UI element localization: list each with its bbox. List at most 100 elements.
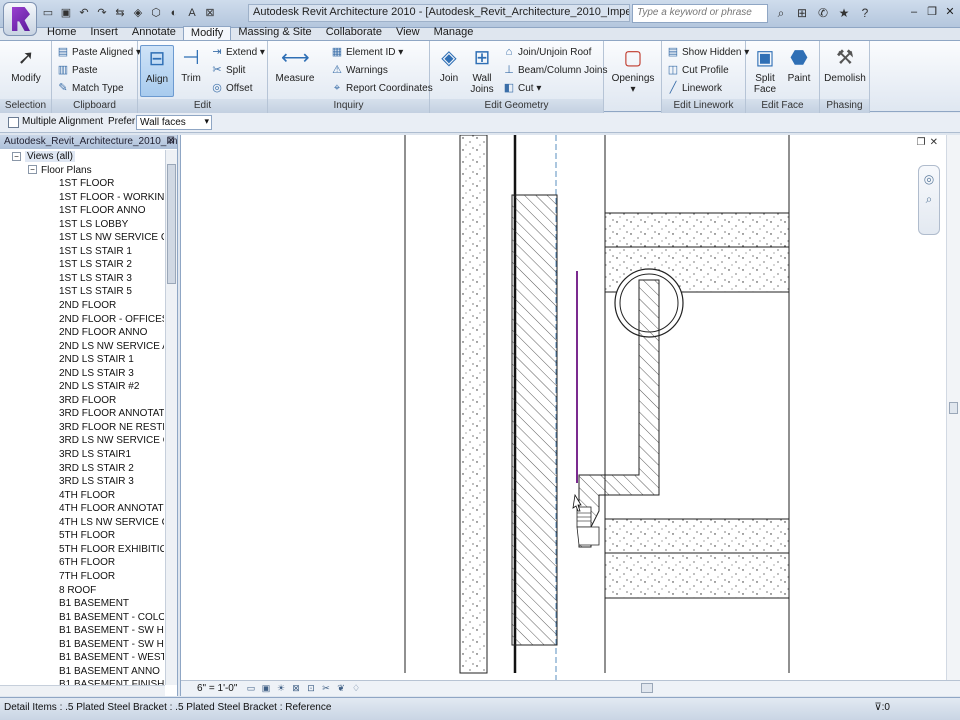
tree-item[interactable]: 1ST LS LOBBY — [0, 218, 164, 232]
cut-button[interactable]: ◧ Cut ▾ — [502, 80, 542, 96]
detail-level-icon[interactable]: ▭ — [245, 682, 257, 694]
close-icon[interactable]: ✕ — [942, 4, 958, 20]
beam-column-joins-button[interactable]: ⊥ Beam/Column Joins — [502, 62, 607, 78]
warnings-button[interactable]: ⚠ Warnings — [330, 62, 388, 78]
tree-item[interactable]: B1 BASEMENT - WEST — [0, 651, 164, 665]
close-window-icon[interactable]: ⊠ — [202, 5, 218, 21]
temporary-hide-icon[interactable]: ✂ — [320, 682, 332, 694]
reveal-hidden-icon[interactable]: ❦ — [335, 682, 347, 694]
tree-item[interactable]: 8 ROOF — [0, 584, 164, 598]
tree-item[interactable]: B1 BASEMENT - SW HVAC — [0, 638, 164, 652]
trim-button[interactable]: ⊣ Trim — [176, 45, 206, 84]
tab-manage[interactable]: Manage — [427, 26, 481, 40]
tree-item[interactable]: 2ND LS STAIR 1 — [0, 353, 164, 367]
prefer-select[interactable]: Wall faces — [136, 115, 212, 130]
tab-annotate[interactable]: Annotate — [125, 26, 183, 40]
navigation-bar[interactable]: ◎ ⌕ — [918, 165, 940, 235]
tree-item[interactable]: 2ND FLOOR ANNO — [0, 326, 164, 340]
tree-item[interactable]: 2ND LS STAIR #2 — [0, 380, 164, 394]
align-button[interactable]: ⊟ Align — [140, 45, 174, 97]
steering-wheel-icon[interactable]: ◎ — [919, 172, 939, 186]
cut-profile-button[interactable]: ◫ Cut Profile — [666, 62, 729, 78]
element-id-button[interactable]: ▦ Element ID ▾ — [330, 44, 403, 60]
tree-item[interactable]: 3RD LS STAIR 3 — [0, 475, 164, 489]
tree-item[interactable]: 1ST LS STAIR 5 — [0, 285, 164, 299]
demolish-button[interactable]: ⚒ Demolish — [822, 45, 868, 84]
redo-icon[interactable]: ↷ — [94, 5, 110, 21]
tree-item[interactable]: 4TH FLOOR — [0, 489, 164, 503]
paste-aligned-button[interactable]: ▤ Paste Aligned ▾ — [56, 44, 141, 60]
tag-icon[interactable]: ◈ — [130, 5, 146, 21]
show-hidden-button[interactable]: ▤ Show Hidden ▾ — [666, 44, 750, 60]
open-icon[interactable]: ▭ — [40, 5, 56, 21]
measure-icon[interactable]: ⇆ — [112, 5, 128, 21]
tree-item[interactable]: 2ND FLOOR — [0, 299, 164, 313]
selection-filter[interactable]: ⊽:0 — [874, 702, 890, 713]
scroll-thumb[interactable] — [949, 402, 958, 414]
tree-item[interactable]: 1ST LS NW SERVICE CORE — [0, 231, 164, 245]
zoom-icon[interactable]: ⌕ — [919, 192, 939, 207]
close-icon[interactable]: ⊠ — [167, 135, 175, 146]
subscription-icon[interactable]: ⊞ — [793, 4, 811, 22]
tab-modify[interactable]: Modify — [182, 26, 232, 40]
browser-vertical-scrollbar[interactable] — [165, 150, 177, 685]
tree-item[interactable]: 1ST LS STAIR 2 — [0, 258, 164, 272]
favorites-icon[interactable]: ★ — [835, 4, 853, 22]
scroll-thumb[interactable] — [167, 164, 176, 284]
tree-item[interactable]: 2ND FLOOR - OFFICES — [0, 313, 164, 327]
tab-home[interactable]: Home — [40, 26, 83, 40]
openings-button[interactable]: ▢ Openings ▾ — [610, 45, 656, 95]
tree-item[interactable]: 2ND LS STAIR 3 — [0, 367, 164, 381]
restore-icon[interactable]: ❐ — [924, 4, 940, 20]
view-horizontal-scroll-thumb[interactable] — [641, 683, 653, 693]
application-menu-button[interactable] — [3, 2, 37, 36]
binoculars-icon[interactable]: ⌕ — [772, 4, 790, 22]
view-scale[interactable]: 6" = 1'-0" — [197, 683, 237, 694]
tree-item[interactable]: 3RD FLOOR NE RESTROOM — [0, 421, 164, 435]
split-button[interactable]: ✂ Split — [210, 62, 245, 78]
tree-item[interactable]: B1 BASEMENT - COLOR PLAN — [0, 611, 164, 625]
tree-item[interactable]: B1 BASEMENT — [0, 597, 164, 611]
drawing-view[interactable]: ❐ ✕ ◎ ⌕ 6" = 1'-0" ▭ ▣ ☀ ⊠ ⊡ ✂ ❦ ♢ — [180, 135, 960, 696]
collapse-icon[interactable]: − — [12, 151, 21, 161]
close-icon[interactable]: ✕ — [930, 137, 938, 148]
visual-style-icon[interactable]: ▣ — [260, 682, 272, 694]
tree-item[interactable]: 4TH FLOOR ANNOTATION — [0, 502, 164, 516]
extend-button[interactable]: ⇥ Extend ▾ — [210, 44, 265, 60]
tab-insert[interactable]: Insert — [83, 26, 125, 40]
offset-button[interactable]: ◎ Offset — [210, 80, 252, 96]
tree-item[interactable]: 4TH LS NW SERVICE CORE — [0, 516, 164, 530]
browser-horizontal-scrollbar[interactable] — [0, 685, 165, 696]
tree-item[interactable]: 1ST LS STAIR 1 — [0, 245, 164, 259]
crop-view-icon[interactable]: ⊠ — [290, 682, 302, 694]
tab-view[interactable]: View — [389, 26, 427, 40]
shadows-icon[interactable]: ☀ — [275, 682, 287, 694]
measure-button[interactable]: ⟷ Measure — [274, 45, 316, 84]
tree-item[interactable]: 3RD FLOOR ANNOTATION — [0, 407, 164, 421]
multiple-alignment-checkbox[interactable] — [8, 117, 19, 128]
tree-item[interactable]: 7TH FLOOR — [0, 570, 164, 584]
tree-item[interactable]: 3RD LS STAIR 2 — [0, 462, 164, 476]
paste-button[interactable]: ▥ Paste — [56, 62, 98, 78]
detail-drawing[interactable] — [181, 135, 947, 680]
tree-item[interactable]: 3RD LS STAIR1 — [0, 448, 164, 462]
tree-item[interactable]: B1 BASEMENT ANNO — [0, 665, 164, 679]
tree-item[interactable]: 1ST FLOOR ANNO — [0, 204, 164, 218]
tree-root[interactable]: − Views (all) — [0, 150, 164, 164]
tree-item[interactable]: 1ST FLOOR - WORKING — [0, 191, 164, 205]
text-icon[interactable]: A — [184, 5, 200, 21]
help-icon[interactable]: ? — [856, 4, 874, 22]
tree-item[interactable]: 1ST FLOOR — [0, 177, 164, 191]
split-face-button[interactable]: ▣ Split Face — [750, 45, 780, 95]
wall-joins-button[interactable]: ⊞ Wall Joins — [468, 45, 496, 95]
crop-region-icon[interactable]: ⊡ — [305, 682, 317, 694]
modify-button[interactable]: ➚ Modify — [8, 45, 44, 84]
tree-item[interactable]: 6TH FLOOR — [0, 556, 164, 570]
tab-massing-site[interactable]: Massing & Site — [231, 26, 318, 40]
restore-icon[interactable]: ❐ — [917, 137, 926, 148]
undo-icon[interactable]: ↶ — [76, 5, 92, 21]
tree-item[interactable]: B1 BASEMENT FINISH PLAN — [0, 678, 164, 685]
tree-item[interactable]: 2ND LS NW SERVICE AREA — [0, 340, 164, 354]
view-vertical-scrollbar[interactable] — [946, 135, 960, 680]
tree-item[interactable]: B1 BASEMENT - SW HVAC — [0, 624, 164, 638]
